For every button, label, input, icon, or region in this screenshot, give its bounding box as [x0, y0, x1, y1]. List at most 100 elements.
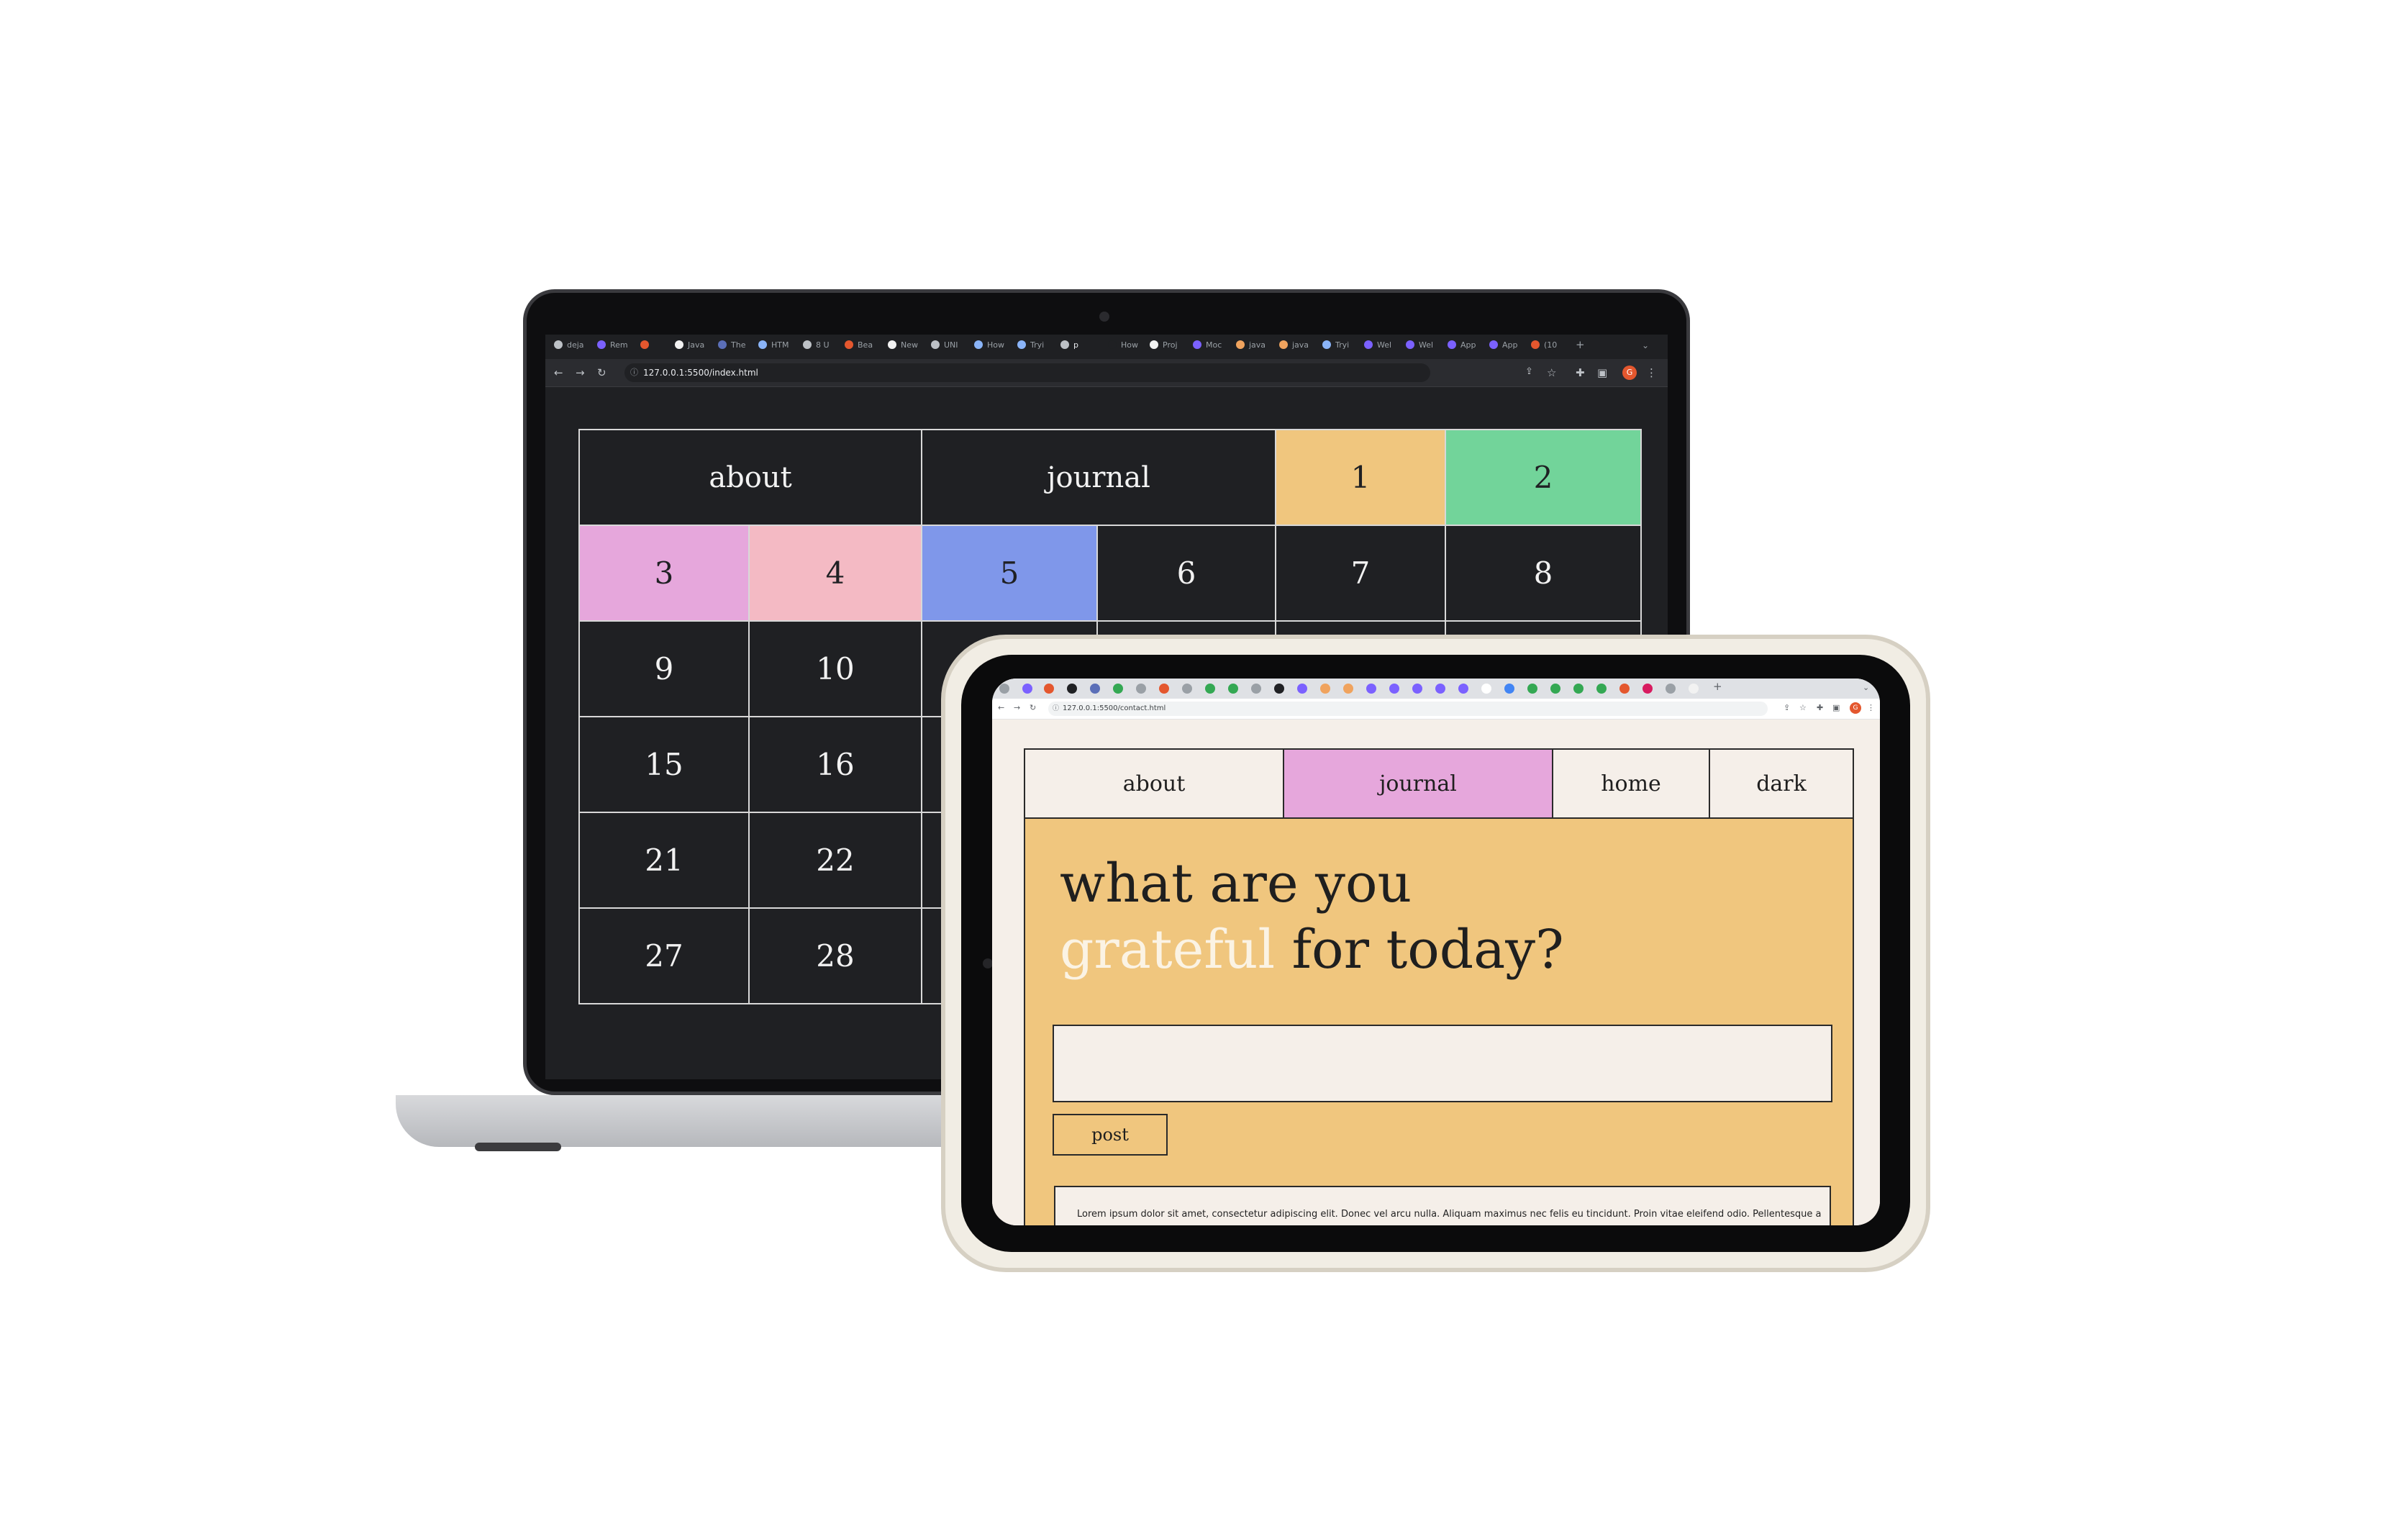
browser-tab-active[interactable] [1481, 684, 1491, 694]
browser-tab[interactable]: Tryi [1322, 340, 1349, 353]
browser-tab[interactable] [640, 340, 653, 353]
menu-icon[interactable]: ⋮ [1646, 366, 1657, 379]
browser-tab[interactable] [1251, 684, 1261, 694]
day-cell[interactable]: 22 [748, 812, 922, 909]
day-cell[interactable]: 15 [578, 716, 750, 813]
browser-tab[interactable] [1044, 684, 1054, 694]
browser-tab[interactable]: Proj [1150, 340, 1178, 353]
browser-tab[interactable] [1666, 684, 1676, 694]
new-tab-icon[interactable]: + [1713, 680, 1722, 693]
share-icon[interactable]: ⇪ [1784, 703, 1790, 712]
avatar[interactable]: G [1850, 702, 1861, 714]
browser-tab[interactable]: deja [554, 340, 584, 353]
avatar[interactable]: G [1622, 366, 1637, 380]
browser-tab[interactable]: 8 U [803, 340, 830, 353]
journal-entry-input[interactable] [1053, 1025, 1832, 1102]
browser-tab[interactable]: App [1489, 340, 1518, 353]
forward-icon[interactable]: → [576, 366, 585, 379]
day-cell[interactable]: 9 [578, 620, 750, 717]
address-bar[interactable]: ⓘ 127.0.0.1:5500/index.html [624, 363, 1430, 382]
browser-tab[interactable] [1228, 684, 1238, 694]
share-icon[interactable]: ⇪ [1525, 366, 1533, 377]
nav-home[interactable]: home [1553, 750, 1710, 817]
day-cell[interactable]: 7 [1275, 525, 1446, 622]
browser-tab[interactable] [1643, 684, 1653, 694]
browser-tab[interactable] [1689, 684, 1699, 694]
address-bar[interactable]: ⓘ 127.0.0.1:5500/contact.html [1048, 702, 1768, 716]
back-icon[interactable]: ← [998, 703, 1004, 712]
browser-tab[interactable]: Rem [597, 340, 628, 353]
browser-tab[interactable]: UNI [931, 340, 958, 353]
nav-dark-toggle[interactable]: dark [1710, 750, 1853, 817]
browser-tab[interactable] [1550, 684, 1560, 694]
browser-tab[interactable]: HTM [758, 340, 789, 353]
star-icon[interactable]: ☆ [1547, 366, 1556, 379]
nav-about-cell[interactable]: about [578, 429, 922, 526]
browser-tab[interactable] [1182, 684, 1192, 694]
browser-tab[interactable]: Moc [1193, 340, 1222, 353]
browser-tab[interactable]: Tryi [1017, 340, 1044, 353]
browser-tab[interactable] [1067, 684, 1077, 694]
browser-tab[interactable]: (10 [1531, 340, 1557, 353]
browser-tab[interactable] [1504, 684, 1514, 694]
browser-tab[interactable]: Java [675, 340, 704, 353]
browser-tab[interactable]: App [1448, 340, 1476, 353]
sidebar-icon[interactable]: ▣ [1597, 366, 1607, 379]
browser-tab[interactable]: java [1236, 340, 1266, 353]
browser-tab[interactable] [1297, 684, 1307, 694]
browser-tab[interactable]: How [1108, 340, 1138, 353]
day-cell[interactable]: 4 [748, 525, 922, 622]
post-button[interactable]: post [1053, 1114, 1168, 1156]
browser-tab-active[interactable]: p [1060, 340, 1078, 353]
day-cell[interactable]: 16 [748, 716, 922, 813]
browser-tab[interactable] [1412, 684, 1422, 694]
browser-tab[interactable] [1389, 684, 1399, 694]
browser-tab[interactable] [1159, 684, 1169, 694]
new-tab-icon[interactable]: + [1576, 338, 1585, 351]
reload-icon[interactable]: ↻ [1030, 703, 1036, 712]
day-cell[interactable]: 28 [748, 907, 922, 1004]
browser-tab[interactable] [1136, 684, 1146, 694]
nav-journal[interactable]: journal [1284, 750, 1553, 817]
browser-tab[interactable] [1573, 684, 1584, 694]
sidebar-icon[interactable]: ▣ [1832, 703, 1840, 712]
forward-icon[interactable]: → [1014, 703, 1020, 712]
browser-tab[interactable]: The [718, 340, 745, 353]
browser-tab[interactable] [1113, 684, 1123, 694]
browser-tab[interactable] [1022, 684, 1032, 694]
day-cell[interactable]: 10 [748, 620, 922, 717]
browser-tab[interactable]: Wel [1406, 340, 1433, 353]
browser-tab[interactable] [1458, 684, 1468, 694]
nav-journal-cell[interactable]: journal [921, 429, 1276, 526]
browser-tab[interactable]: Wel [1364, 340, 1391, 353]
browser-tab[interactable] [1205, 684, 1215, 694]
browser-tab[interactable] [1274, 684, 1284, 694]
extensions-icon[interactable]: ✚ [1817, 703, 1823, 712]
star-icon[interactable]: ☆ [1799, 703, 1807, 712]
browser-tab[interactable]: java [1279, 340, 1309, 353]
day-cell[interactable]: 21 [578, 812, 750, 909]
menu-icon[interactable]: ⋮ [1867, 703, 1875, 712]
browser-tab[interactable] [1619, 684, 1630, 694]
extensions-icon[interactable]: ✚ [1576, 366, 1585, 379]
day-cell[interactable]: 27 [578, 907, 750, 1004]
browser-tab[interactable]: Bea [845, 340, 873, 353]
browser-tab[interactable] [1435, 684, 1445, 694]
browser-tab[interactable] [1527, 684, 1537, 694]
day-cell[interactable]: 3 [578, 525, 750, 622]
reload-icon[interactable]: ↻ [597, 366, 606, 379]
browser-tab[interactable]: New [888, 340, 918, 353]
day-cell[interactable]: 5 [921, 525, 1098, 622]
browser-tab[interactable] [1366, 684, 1376, 694]
browser-tab[interactable] [1596, 684, 1607, 694]
day-cell[interactable]: 6 [1096, 525, 1276, 622]
back-icon[interactable]: ← [554, 366, 563, 379]
chevron-down-icon[interactable]: ⌄ [1863, 683, 1869, 692]
day-cell[interactable]: 8 [1445, 525, 1642, 622]
day-cell[interactable]: 2 [1445, 429, 1642, 526]
nav-about[interactable]: about [1025, 750, 1284, 817]
browser-tab[interactable] [1343, 684, 1353, 694]
chevron-down-icon[interactable]: ⌄ [1642, 340, 1649, 353]
browser-tab[interactable] [1320, 684, 1330, 694]
browser-tab[interactable]: How [974, 340, 1004, 353]
